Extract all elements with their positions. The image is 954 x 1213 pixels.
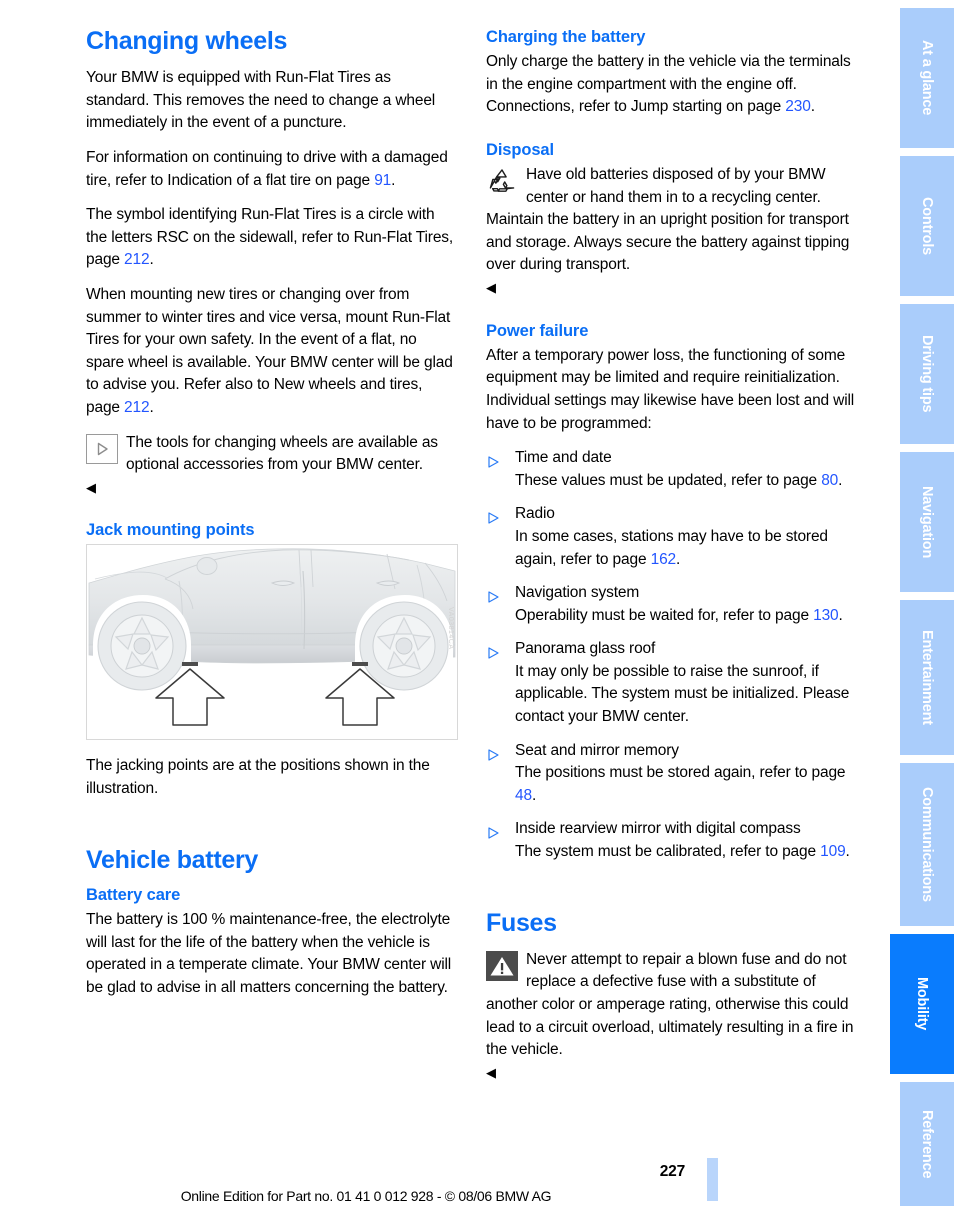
note-end-mark: ◀ bbox=[86, 479, 96, 495]
list-item-title: Time and date bbox=[515, 449, 612, 467]
list-item-detail-text: These values must be updated, refer to p… bbox=[515, 471, 822, 489]
bullet-triangle-icon bbox=[488, 453, 499, 468]
note-fuses-text: Never attempt to repair a blown fuse and… bbox=[486, 950, 854, 1059]
heading-disposal: Disposal bbox=[486, 140, 554, 159]
recycling-icon bbox=[486, 166, 518, 196]
list-item-detail: It may only be possible to raise the sun… bbox=[515, 662, 850, 726]
note-tools: The tools for changing wheels are availa… bbox=[86, 432, 458, 500]
list-item: Radio In some cases, stations may have t… bbox=[486, 503, 858, 571]
tab-entertainment[interactable]: Entertainment bbox=[900, 600, 954, 755]
list-item-detail-text: The positions must be stored again, refe… bbox=[515, 764, 846, 782]
page-ref-212-b[interactable]: 212 bbox=[124, 399, 150, 416]
paragraph-mounting-tires-text: When mounting new tires or changing over… bbox=[86, 286, 453, 416]
list-item: Navigation system Operability must be wa… bbox=[486, 582, 858, 627]
note-tools-text: The tools for changing wheels are availa… bbox=[126, 433, 438, 474]
tab-communications[interactable]: Communications bbox=[900, 763, 954, 926]
page-ref-80[interactable]: 80 bbox=[821, 472, 838, 489]
bullet-triangle-icon bbox=[488, 588, 499, 603]
list-item-detail-end: . bbox=[838, 606, 843, 624]
list-item-title: Navigation system bbox=[515, 584, 640, 602]
list-item: Inside rearview mirror with digital comp… bbox=[486, 818, 858, 863]
list-item: Panorama glass roof It may only be possi… bbox=[486, 638, 858, 728]
jack-points-illustration bbox=[88, 548, 456, 727]
left-column: Changing wheels Your BMW is equipped wit… bbox=[86, 28, 458, 1011]
figure-jack-points: VA03814CA bbox=[86, 544, 458, 741]
paragraph-damaged-tire: For information on continuing to drive w… bbox=[86, 147, 458, 192]
page-title-changing-wheels: Changing wheels bbox=[86, 27, 288, 55]
page-number: 227 bbox=[659, 1163, 685, 1180]
paragraph-damaged-tire-end: . bbox=[391, 171, 396, 189]
figure-code-label: VA03814CA bbox=[447, 607, 454, 650]
list-item-detail-end: . bbox=[531, 786, 537, 804]
list-item: Time and date These values must be updat… bbox=[486, 447, 858, 492]
note-fuses-warning: Never attempt to repair a blown fuse and… bbox=[486, 949, 858, 1085]
page-ref-48[interactable]: 48 bbox=[515, 787, 532, 804]
list-item: Seat and mirror memory The positions mus… bbox=[486, 740, 858, 808]
tab-mobility[interactable]: Mobility bbox=[890, 934, 954, 1074]
bullet-triangle-icon bbox=[488, 509, 499, 524]
note-disposal-text: Have old batteries disposed of by your B… bbox=[486, 166, 850, 274]
page-title-fuses: Fuses bbox=[486, 908, 557, 937]
note-fuses-end-mark: ◀ bbox=[486, 1064, 496, 1080]
list-item-detail: These values must be updated, refer to p… bbox=[515, 470, 858, 493]
tab-reference[interactable]: Reference bbox=[900, 1082, 954, 1206]
figure-caption-jack-points: The jacking points are at the positions … bbox=[86, 757, 430, 798]
list-item-detail-end: . bbox=[676, 550, 681, 568]
list-item-title: Panorama glass roof bbox=[515, 640, 656, 658]
page-ref-109[interactable]: 109 bbox=[820, 843, 846, 860]
list-item-detail-end: . bbox=[838, 471, 843, 489]
list-item-title: Seat and mirror memory bbox=[515, 741, 679, 759]
bullet-triangle-icon bbox=[488, 644, 499, 659]
paragraph-battery-care: The battery is 100 % maintenance-free, t… bbox=[86, 911, 452, 996]
bullet-triangle-icon bbox=[488, 746, 499, 761]
heading-battery-care: Battery care bbox=[86, 885, 181, 904]
footer-edition-text: Online Edition for Part no. 01 41 0 012 … bbox=[180, 1188, 552, 1204]
paragraph-mounting-tires-end: . bbox=[149, 398, 154, 416]
tab-driving-tips[interactable]: Driving tips bbox=[900, 304, 954, 444]
list-item-detail: In some cases, stations may have to be s… bbox=[515, 526, 858, 571]
heading-charging-the-battery: Charging the battery bbox=[486, 28, 646, 46]
page-ref-162[interactable]: 162 bbox=[651, 551, 677, 568]
paragraph-charging-end: . bbox=[810, 98, 815, 116]
right-column: Charging the battery Only charge the bat… bbox=[486, 28, 858, 1084]
tools-tip-icon bbox=[86, 433, 118, 464]
paragraph-charging: Only charge the battery in the vehicle v… bbox=[486, 51, 858, 119]
manual-page: Changing wheels Your BMW is equipped wit… bbox=[0, 0, 954, 1213]
paragraph-power-failure-intro: After a temporary power loss, the functi… bbox=[486, 346, 855, 432]
page-footer: 227 Online Edition for Part no. 01 41 0 … bbox=[0, 1153, 890, 1213]
page-ref-130[interactable]: 130 bbox=[813, 607, 839, 624]
tab-at-a-glance[interactable]: At a glance bbox=[900, 8, 954, 148]
paragraph-rsc-symbol: The symbol identifying Run-Flat Tires is… bbox=[86, 204, 458, 272]
paragraph-mounting-tires: When mounting new tires or changing over… bbox=[86, 284, 458, 420]
list-item-title: Inside rearview mirror with digital comp… bbox=[515, 820, 801, 838]
list-item-detail: The positions must be stored again, refe… bbox=[515, 762, 858, 807]
heading-jack-mounting-points: Jack mounting points bbox=[86, 521, 255, 540]
list-item-detail: Operability must be waited for, refer to… bbox=[515, 605, 858, 628]
heading-power-failure: Power failure bbox=[486, 321, 589, 340]
page-title-vehicle-battery: Vehicle battery bbox=[86, 845, 258, 874]
tab-navigation[interactable]: Navigation bbox=[900, 452, 954, 592]
bullet-triangle-icon bbox=[488, 824, 499, 840]
power-failure-list: Time and date These values must be updat… bbox=[486, 447, 858, 864]
list-item-detail-text: Operability must be waited for, refer to… bbox=[515, 606, 814, 624]
list-item-detail: The system must be calibrated, refer to … bbox=[515, 841, 858, 864]
page-ref-230[interactable]: 230 bbox=[785, 98, 811, 115]
warning-icon bbox=[486, 950, 518, 981]
page-ref-212-a[interactable]: 212 bbox=[124, 251, 150, 268]
note-disposal-end-mark: ◀ bbox=[486, 280, 496, 296]
page-ref-91[interactable]: 91 bbox=[374, 172, 391, 189]
list-item-detail-text: The system must be calibrated, refer to … bbox=[515, 843, 821, 861]
list-item-detail-end: . bbox=[845, 843, 850, 861]
list-item-title: Radio bbox=[515, 505, 555, 523]
paragraph-runflat-standard: Your BMW is equipped with Run-Flat Tires… bbox=[86, 69, 436, 132]
paragraph-rsc-symbol-end: . bbox=[149, 251, 154, 269]
note-disposal: Have old batteries disposed of by your B… bbox=[486, 164, 858, 300]
tab-controls[interactable]: Controls bbox=[900, 156, 954, 296]
